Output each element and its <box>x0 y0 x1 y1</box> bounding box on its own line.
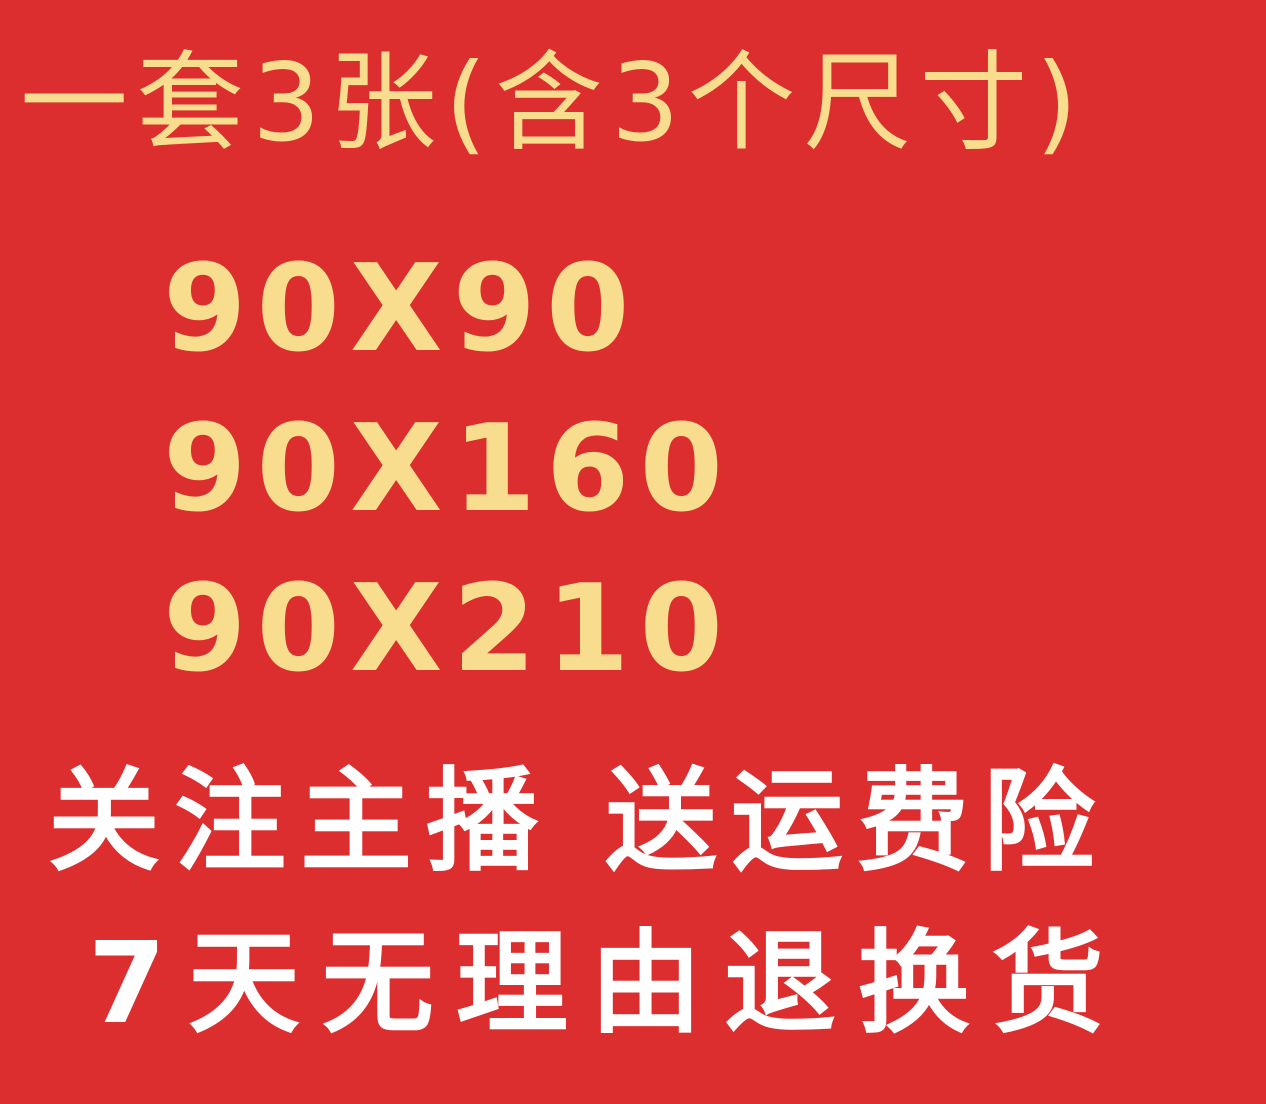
size-option-90x90: 90X90 <box>163 240 640 379</box>
size-option-90x160: 90X160 <box>163 400 733 539</box>
product-banner: 一套3张(含3个尺寸) 90X90 90X160 90X210 关注主播 送运费… <box>0 0 1266 1104</box>
return-policy-text: 7天无理由退换货 <box>88 919 1126 1049</box>
size-option-90x210: 90X210 <box>163 560 733 699</box>
follow-promo-text: 关注主播 送运费险 <box>48 757 1109 887</box>
set-title: 一套3张(含3个尺寸) <box>20 41 1086 166</box>
